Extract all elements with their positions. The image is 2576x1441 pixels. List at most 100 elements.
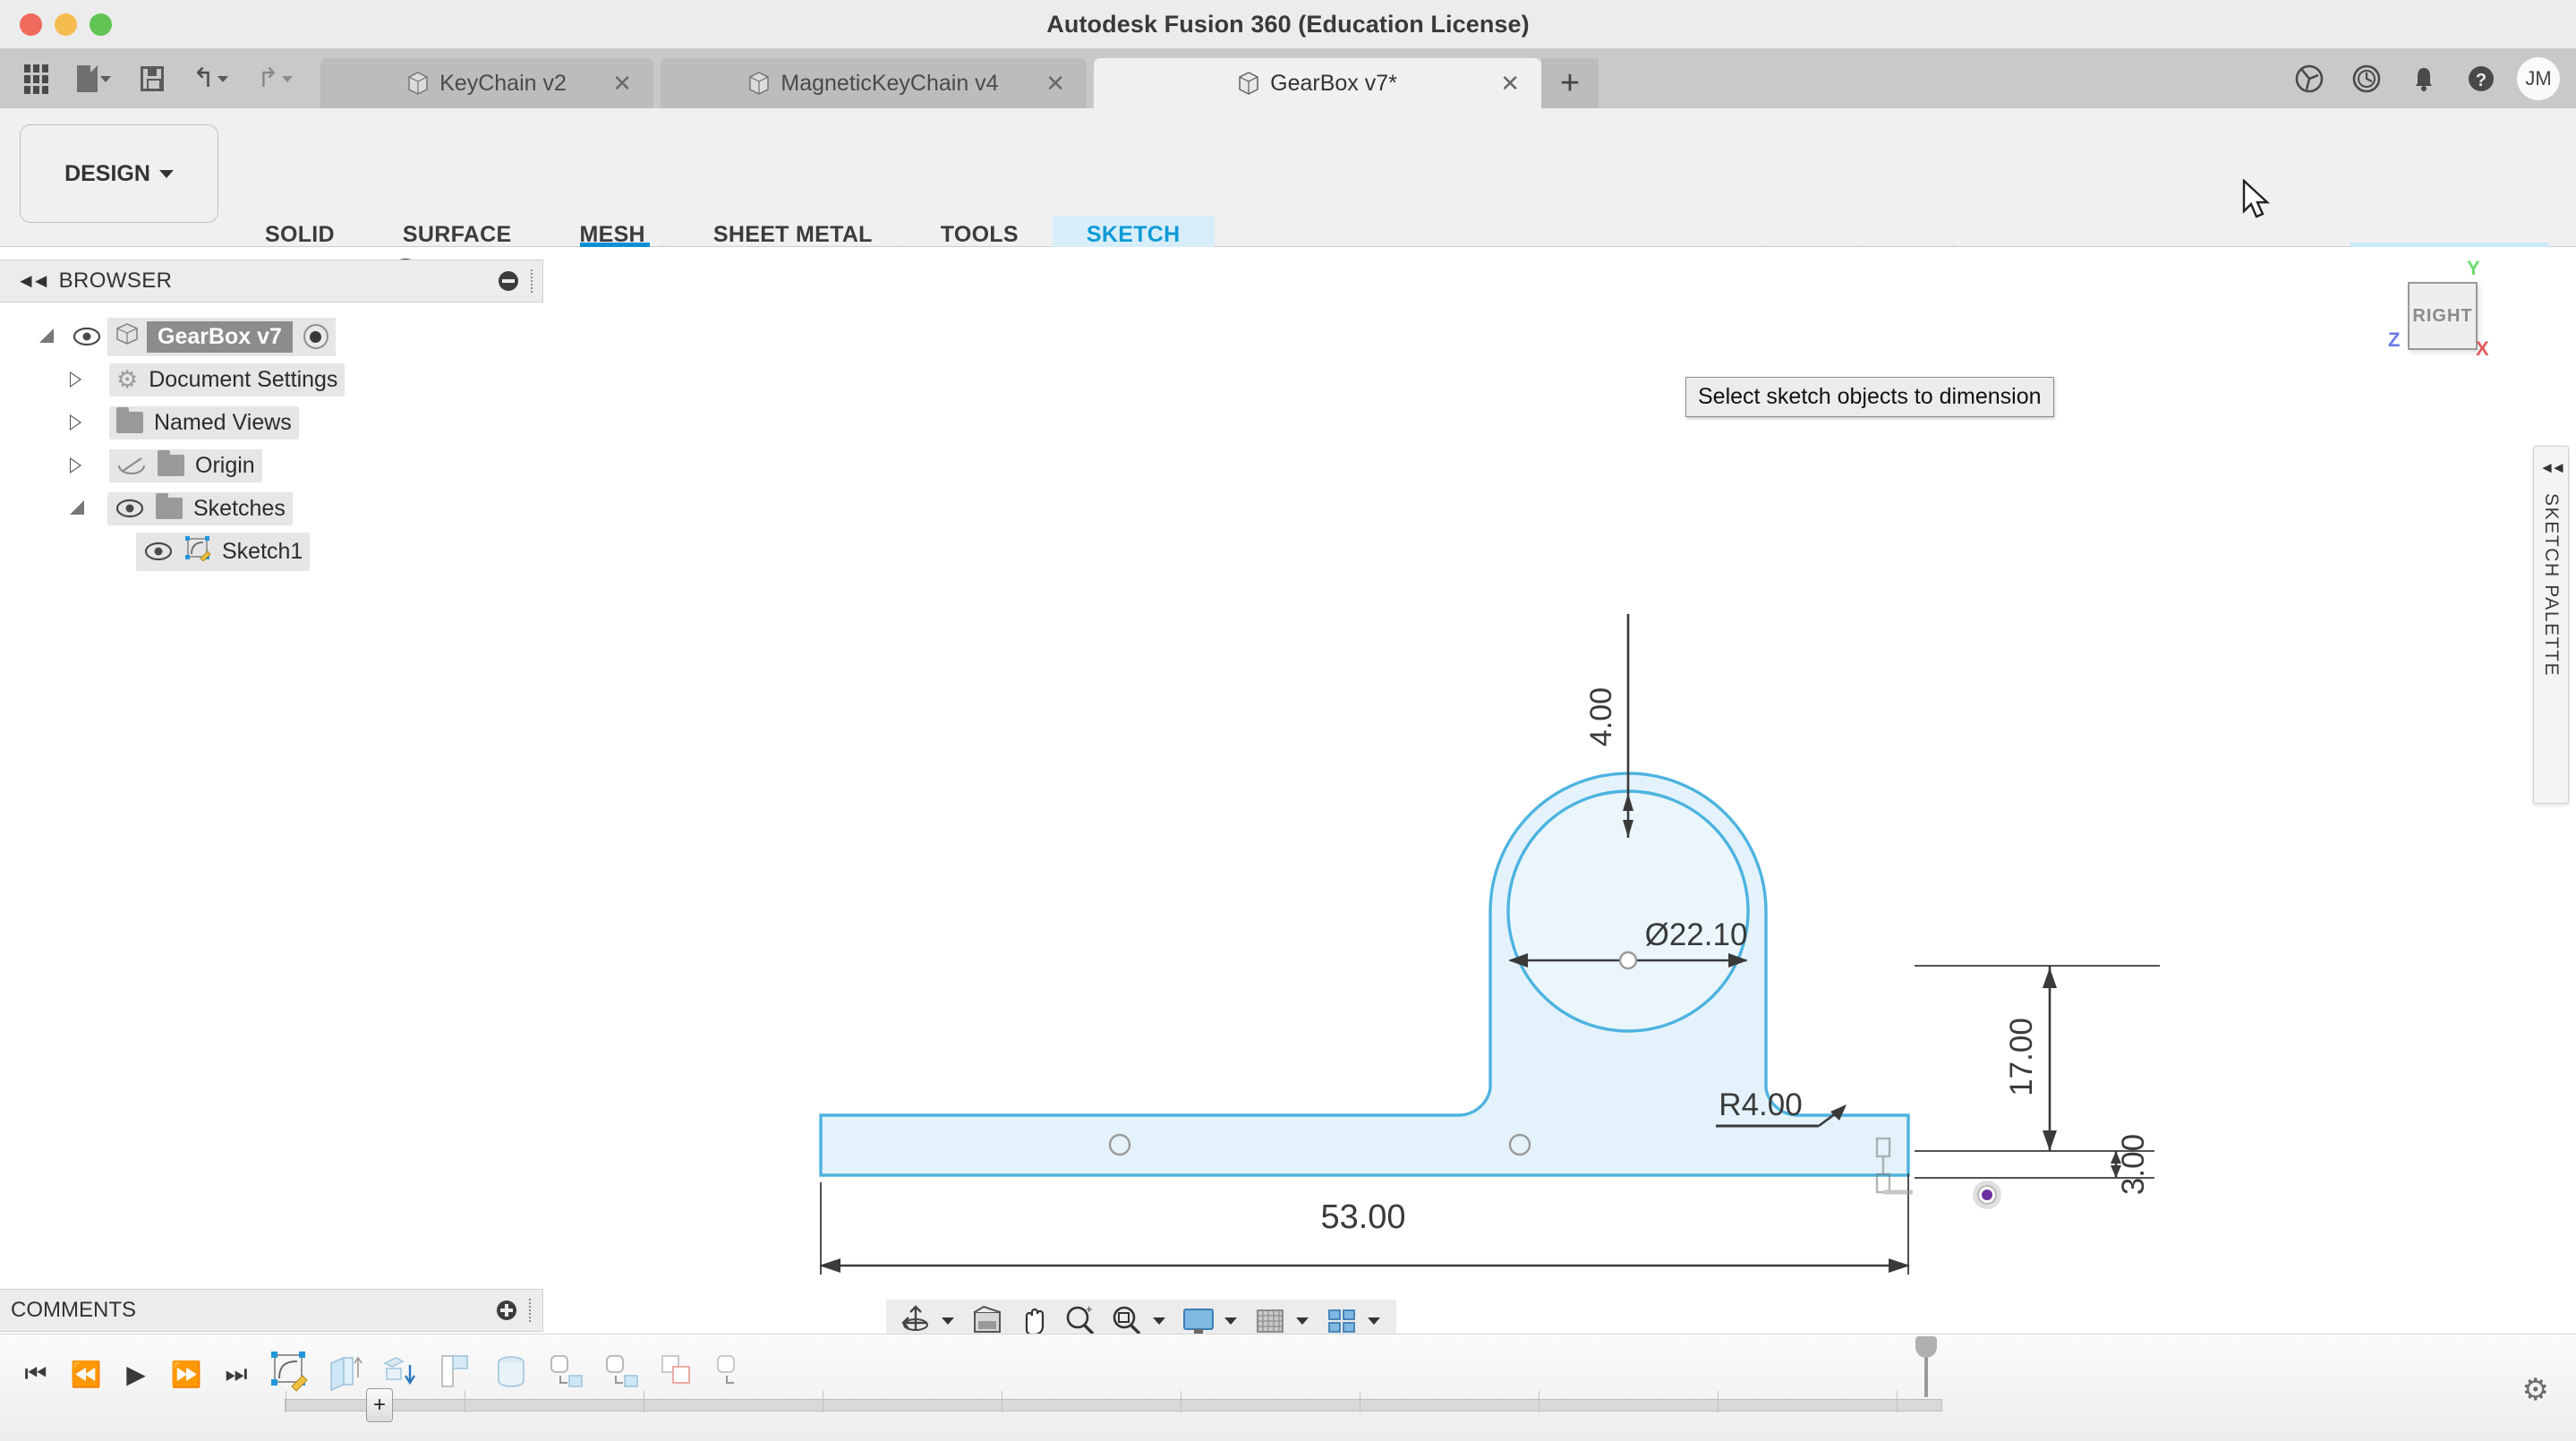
dim-label-4: 4.00 bbox=[1584, 687, 1618, 746]
expand-triangle-open-icon[interactable] bbox=[39, 328, 55, 345]
close-icon[interactable]: ✕ bbox=[1045, 72, 1065, 95]
window-title-bar: Autodesk Fusion 360 (Education License) bbox=[0, 0, 2576, 49]
collapse-all-icon[interactable] bbox=[499, 271, 518, 291]
cube-icon bbox=[748, 71, 770, 96]
visibility-eye-icon[interactable] bbox=[72, 327, 102, 346]
mouse-cursor bbox=[2242, 179, 2271, 218]
quick-access-toolbar: ↰ ↱ bbox=[0, 49, 304, 108]
folder-icon bbox=[156, 493, 183, 519]
grid-caret-icon[interactable] bbox=[1296, 1317, 1309, 1325]
new-file-button[interactable] bbox=[64, 55, 124, 102]
dim-label-radius: R4.00 bbox=[1719, 1087, 1802, 1122]
svg-text:+: + bbox=[1086, 1303, 1093, 1316]
tree-item-gearbox[interactable]: GearBox v7 bbox=[0, 315, 543, 358]
comments-panel-header[interactable]: COMMENTS bbox=[0, 1289, 543, 1332]
sketch-palette-label: SKETCH PALETTE bbox=[2541, 493, 2562, 678]
tree-item-sketches[interactable]: Sketches bbox=[0, 487, 543, 530]
step-back-button[interactable]: ⏪ bbox=[64, 1354, 107, 1394]
tree-item-named-views[interactable]: Named Views bbox=[0, 401, 543, 444]
double-chevron-left-icon[interactable]: ◄◄ bbox=[2539, 459, 2566, 477]
redo-button[interactable]: ↱ bbox=[245, 55, 304, 102]
axis-label-x: X bbox=[2476, 337, 2489, 360]
viewports-caret-icon[interactable] bbox=[1368, 1317, 1380, 1325]
close-icon[interactable]: ✕ bbox=[1500, 72, 1520, 95]
axis-label-z: Z bbox=[2388, 328, 2401, 351]
visibility-eye-icon[interactable] bbox=[115, 499, 145, 518]
view-cube-face-right[interactable]: RIGHT bbox=[2408, 282, 2478, 350]
panel-resize-grip[interactable] bbox=[531, 269, 533, 293]
visibility-eye-icon[interactable] bbox=[143, 541, 174, 561]
fillet-icon-1[interactable] bbox=[546, 1351, 587, 1394]
timeline-playhead[interactable] bbox=[1915, 1336, 1937, 1397]
go-to-beginning-button[interactable]: ⏮ bbox=[14, 1354, 57, 1394]
fit-caret-icon[interactable] bbox=[1153, 1317, 1165, 1325]
undo-button[interactable]: ↰ bbox=[181, 55, 240, 102]
tree-item-label: Document Settings bbox=[149, 366, 338, 392]
help-icon[interactable]: ? bbox=[2454, 49, 2508, 108]
double-chevron-left-icon[interactable]: ◄◄ bbox=[16, 269, 50, 293]
document-tab-keychain[interactable]: KeyChain v2 ✕ bbox=[320, 58, 653, 108]
orbit-caret-icon[interactable] bbox=[942, 1317, 954, 1325]
tree-item-label: Named Views bbox=[154, 409, 292, 435]
selected-point-marker bbox=[1973, 1181, 2001, 1209]
sketch-icon bbox=[184, 535, 211, 567]
timeline-bar: ⏮ ⏪ ▶ ⏩ ⏭ + ⚙ bbox=[0, 1334, 2576, 1441]
extrude-feature-icon[interactable] bbox=[324, 1351, 365, 1394]
expand-triangle-closed-icon[interactable] bbox=[70, 414, 84, 431]
job-status-icon[interactable] bbox=[2340, 49, 2393, 108]
sketch-canvas[interactable]: 4.00 Ø22.10 R4.00 17.00 3.00 53.00 Selec… bbox=[543, 247, 2576, 1334]
document-tab-gearbox[interactable]: GearBox v7* ✕ bbox=[1094, 58, 1541, 108]
center-point bbox=[1618, 951, 1638, 970]
move-copy-icon[interactable] bbox=[380, 1351, 421, 1394]
activate-component-radio[interactable] bbox=[303, 324, 328, 349]
svg-text:?: ? bbox=[2476, 71, 2486, 90]
shell-icon[interactable] bbox=[657, 1351, 698, 1394]
tree-item-document-settings[interactable]: ⚙ Document Settings bbox=[0, 358, 543, 401]
application-title: Autodesk Fusion 360 (Education License) bbox=[1046, 10, 1530, 38]
play-button[interactable]: ▶ bbox=[115, 1354, 158, 1394]
new-document-tab-button[interactable]: + bbox=[1541, 58, 1599, 108]
timeline-marker[interactable]: + bbox=[366, 1388, 393, 1422]
rectangular-pattern-icon[interactable] bbox=[435, 1351, 476, 1394]
sketch-palette-panel[interactable]: ◄◄ SKETCH PALETTE bbox=[2533, 446, 2569, 804]
tree-item-sketch1[interactable]: Sketch1 bbox=[0, 530, 543, 573]
component-icon bbox=[115, 322, 140, 352]
app-grid-icon[interactable] bbox=[13, 55, 59, 102]
visibility-eye-hidden-icon[interactable] bbox=[116, 456, 147, 475]
dim-label-3: 3.00 bbox=[2116, 1134, 2151, 1195]
document-tab-magnetickeychain[interactable]: MagneticKeyChain v4 ✕ bbox=[661, 58, 1087, 108]
go-to-end-button[interactable]: ⏭ bbox=[215, 1354, 258, 1394]
avatar[interactable]: JM bbox=[2517, 57, 2560, 100]
dim-label-diameter: Ø22.10 bbox=[1645, 917, 1748, 952]
expand-triangle-closed-icon[interactable] bbox=[70, 371, 84, 388]
workspace-label: DESIGN bbox=[64, 160, 150, 186]
command-tooltip: Select sketch objects to dimension bbox=[1685, 377, 2054, 417]
sketch-feature-icon[interactable] bbox=[269, 1351, 310, 1394]
gear-icon[interactable]: ⚙ bbox=[2522, 1372, 2549, 1408]
step-forward-button[interactable]: ⏩ bbox=[165, 1354, 208, 1394]
display-caret-icon[interactable] bbox=[1224, 1317, 1237, 1325]
fillet-icon-2[interactable] bbox=[601, 1351, 643, 1394]
view-cube[interactable]: RIGHT Y X Z bbox=[2388, 257, 2489, 360]
gear-icon: ⚙ bbox=[116, 365, 139, 393]
timeline-track[interactable] bbox=[285, 1391, 1942, 1412]
close-icon[interactable]: ✕ bbox=[612, 72, 632, 95]
save-icon[interactable] bbox=[129, 55, 175, 102]
cube-icon bbox=[407, 71, 429, 96]
revolve-icon[interactable] bbox=[490, 1351, 532, 1394]
cube-icon bbox=[1238, 71, 1259, 96]
dim-label-17: 17.00 bbox=[2004, 1018, 2039, 1096]
combine-icon[interactable] bbox=[712, 1351, 754, 1394]
timeline-playback-controls: ⏮ ⏪ ▶ ⏩ ⏭ bbox=[14, 1354, 258, 1394]
account-toolbar: ? JM bbox=[2282, 49, 2576, 108]
notification-bell-icon[interactable] bbox=[2397, 49, 2451, 108]
expand-triangle-closed-icon[interactable] bbox=[70, 457, 84, 473]
workspace-switcher-button[interactable]: DESIGN bbox=[20, 124, 218, 223]
tree-item-origin[interactable]: Origin bbox=[0, 444, 543, 487]
panel-resize-grip[interactable] bbox=[529, 1299, 532, 1322]
document-tab-bar: ↰ ↱ KeyChain v2 ✕ MagneticKeyChain v4 ✕ … bbox=[0, 49, 2576, 108]
expand-triangle-open-icon[interactable] bbox=[70, 500, 86, 516]
plus-circle-icon[interactable] bbox=[497, 1300, 516, 1320]
browser-title: BROWSER bbox=[58, 269, 173, 293]
extension-icon[interactable] bbox=[2282, 49, 2336, 108]
